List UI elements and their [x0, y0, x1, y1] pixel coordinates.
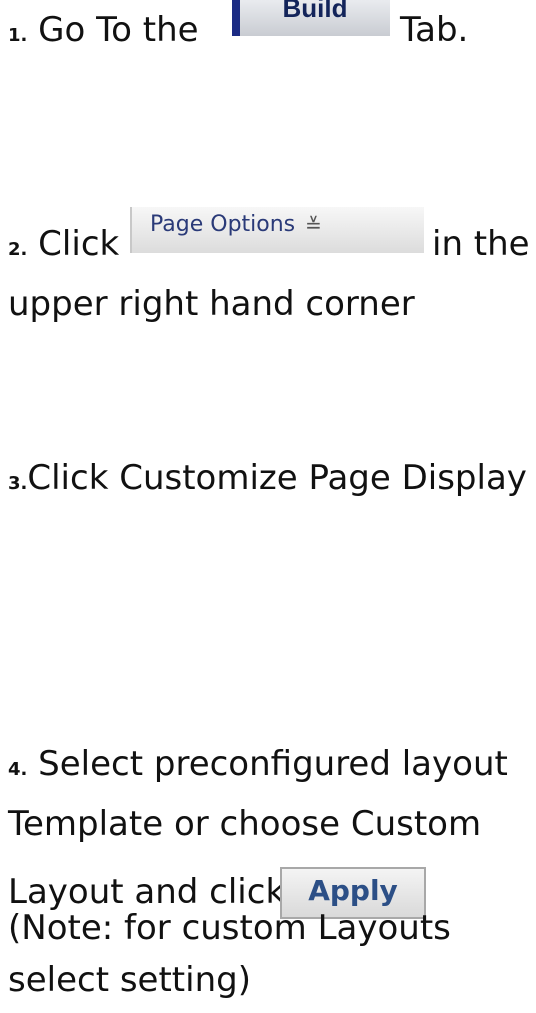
step-4-line-5: select setting) [8, 956, 251, 1004]
page-options-button[interactable]: Page Options ≚ [130, 207, 424, 253]
step-4-line-2: Template or choose Custom [8, 800, 481, 848]
step-4-line-1: 4. Select preconfigured layout [8, 740, 508, 794]
step-3-number: 3. [8, 473, 28, 494]
step-2-number: 2. [8, 239, 28, 260]
step-4-text-line-1: Select preconfigured layout [27, 744, 508, 784]
instructions-page: { "step1": { "num": "1.", "pre": " Go To… [0, 0, 536, 1013]
step-2: 2. Click [8, 220, 119, 274]
step-4-text-line-4: (Note: for custom Layouts [8, 908, 451, 948]
step-2-text-line-2: upper right hand corner [8, 284, 415, 324]
step-1-text-after: Tab. [400, 10, 469, 50]
step-2-suffix: in the [432, 220, 530, 268]
build-tab-label: Build [282, 0, 348, 23]
step-3-text: Click Customize Page Display [27, 458, 527, 498]
step-1-suffix: Tab. [400, 6, 468, 54]
step-2-line-2: upper right hand corner [8, 280, 415, 328]
step-4-text-line-5: select setting) [8, 960, 251, 1000]
step-1: 1. Go To the [8, 6, 199, 60]
step-2-text: Click [27, 224, 120, 264]
step-1-number: 1. [8, 25, 28, 46]
step-4-line-4: (Note: for custom Layouts [8, 904, 451, 952]
build-tab-button[interactable]: Build [232, 0, 390, 36]
step-1-text: Go To the [27, 10, 199, 50]
step-2-text-after: in the [432, 224, 530, 264]
step-4-number: 4. [8, 759, 28, 780]
step-4-text-line-2: Template or choose Custom [8, 804, 482, 844]
apply-button-label: Apply [308, 874, 398, 907]
page-options-label: Page Options [150, 212, 296, 237]
step-3: 3.Click Customize Page Display [8, 454, 527, 508]
chevron-down-icon: ≚ [305, 213, 322, 237]
